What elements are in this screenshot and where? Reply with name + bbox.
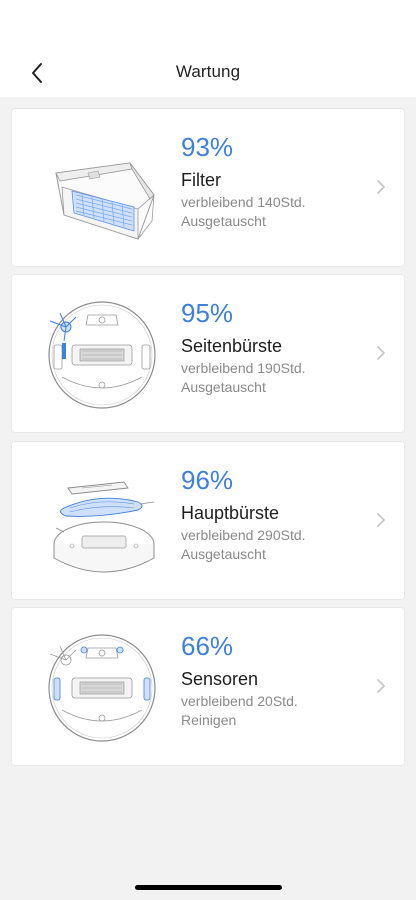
remaining-time: verbleibend 290Std. (181, 527, 306, 543)
item-name: Hauptbürste (181, 503, 280, 523)
item-name: Filter (181, 170, 221, 190)
sensors-icon (48, 634, 156, 742)
percent-value: 93% (181, 132, 234, 162)
status-text: Ausgetauscht (181, 379, 266, 395)
side-brush-icon (48, 301, 156, 409)
chevron-right-icon (377, 346, 385, 360)
status-text: Ausgetauscht (181, 213, 266, 229)
page-title: Wartung (175, 62, 241, 81)
main-brush-icon (53, 481, 155, 573)
percent-value: 66% (181, 631, 234, 661)
status-text: Ausgetauscht (181, 546, 266, 562)
remaining-time: verbleibend 190Std. (181, 360, 306, 376)
maintenance-card-filter[interactable]: 93% Filter verbleibend 140Std. Ausgetaus… (12, 109, 404, 266)
chevron-right-icon (377, 513, 385, 527)
remaining-time: verbleibend 20Std. (181, 693, 298, 709)
maintenance-card-main-brush[interactable]: 96% Hauptbürste verbleibend 290Std. Ausg… (12, 442, 404, 599)
top-bar: Wartung (0, 0, 416, 97)
chevron-right-icon (377, 180, 385, 194)
item-name: Seitenbürste (181, 336, 283, 356)
maintenance-card-side-brush[interactable]: 95% Seitenbürste verbleibend 190Std. Aus… (12, 275, 404, 432)
filter-icon (55, 162, 155, 240)
home-indicator[interactable] (135, 885, 282, 890)
item-name: Sensoren (181, 669, 259, 689)
remaining-time: verbleibend 140Std. (181, 194, 306, 210)
maintenance-card-sensors[interactable]: 66% Sensoren verbleibend 20Std. Reinigen (12, 608, 404, 765)
chevron-right-icon (377, 679, 385, 693)
percent-value: 96% (181, 465, 234, 495)
percent-value: 95% (181, 298, 234, 328)
status-text: Reinigen (181, 712, 237, 728)
